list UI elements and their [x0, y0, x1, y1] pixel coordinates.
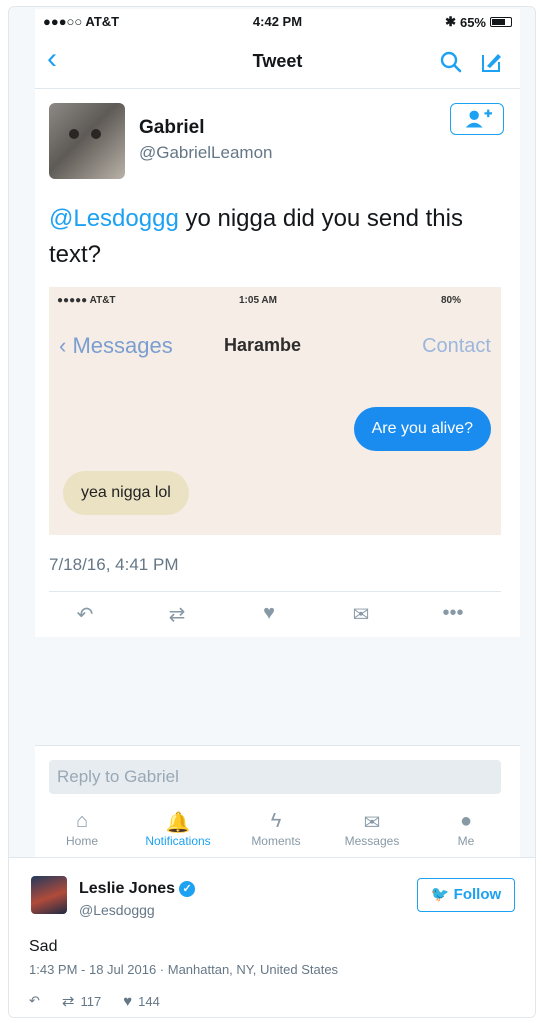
tab-label: Notifications [145, 834, 211, 848]
follow-button[interactable]: 🐦 Follow [417, 878, 515, 912]
contact-label: Contact [422, 335, 491, 357]
search-icon[interactable] [440, 51, 462, 73]
messages-header: ‹ Messages Harambe Contact [49, 323, 501, 371]
tab-moments[interactable]: ϟ Moments [231, 810, 321, 848]
person-icon: ● [459, 810, 473, 832]
reply-icon[interactable]: ↶ [69, 602, 101, 627]
tab-bar: ⌂ Home 🔔 Notifications ϟ Moments ✉ Messa… [35, 804, 520, 858]
tweet-text: @Lesdoggg yo nigga did you send this tex… [49, 201, 489, 273]
mention-link[interactable]: @Lesdoggg [49, 205, 179, 232]
status-bar: ●●●○○ AT&T 4:42 PM ✱ 65% [35, 9, 520, 33]
like-count: 144 [138, 993, 160, 1009]
avatar[interactable] [49, 103, 125, 179]
tab-label: Moments [251, 834, 301, 848]
follow-label: Follow [453, 886, 502, 903]
messages-back-text: Messages [72, 333, 173, 358]
tweet-detail: Gabriel @GabrielLeamon @Lesdoggg yo nigg… [35, 89, 520, 637]
envelope-icon: ✉ [363, 812, 381, 834]
tweet-image[interactable]: ●●●●● AT&T 1:05 AM 80% ‹ Messages Haramb… [49, 287, 501, 535]
author-name[interactable]: Leslie Jones ✓ [79, 880, 196, 898]
phone-screenshot: ●●●○○ AT&T 4:42 PM ✱ 65% ‹ Tweet Gabriel [35, 9, 520, 857]
messages-back-label: ‹ Messages [59, 333, 173, 358]
signal-dots: ●●●●● AT&T [57, 295, 116, 306]
bluetooth-icon: ✱ [445, 14, 456, 29]
tab-messages[interactable]: ✉ Messages [327, 810, 417, 848]
tweet-actions: ↶ ⇄ ♥ ✉ ••• [49, 591, 501, 631]
tab-label: Home [65, 834, 98, 848]
lightning-icon: ϟ [270, 810, 282, 832]
reply-input[interactable]: Reply to Gabriel [49, 760, 501, 794]
tab-me[interactable]: ● Me [421, 810, 511, 848]
incoming-message: yea nigga lol [63, 471, 189, 515]
like-action[interactable]: ♥ 144 [123, 993, 160, 1010]
embedded-tweet: ●●●○○ AT&T 4:42 PM ✱ 65% ‹ Tweet Gabriel [8, 6, 536, 1018]
battery-icon [490, 17, 512, 27]
direct-message-icon[interactable]: ✉ [345, 602, 377, 627]
tweet-text: Sad [29, 938, 58, 955]
author-handle[interactable]: @Lesdoggg [79, 902, 155, 918]
more-icon[interactable]: ••• [437, 602, 469, 625]
contact-name: Harambe [224, 335, 302, 355]
tweet-meta: 1:43 PM - 18 Jul 2016 · Manhattan, NY, U… [29, 962, 339, 977]
like-icon[interactable]: ♥ [253, 602, 285, 625]
retweet-icon[interactable]: ⇄ [161, 602, 193, 627]
verified-icon: ✓ [179, 880, 196, 897]
tweet-actions: ↶ ⇄ 117 ♥ 144 [29, 992, 160, 1011]
compose-icon[interactable] [480, 51, 502, 73]
screenshot-time: 1:05 AM [239, 295, 277, 306]
screenshot-battery: 80% [440, 295, 461, 306]
outgoing-message: Are you alive? [353, 407, 491, 451]
battery-indicator: ✱ 65% [445, 14, 512, 30]
retweet-action[interactable]: ⇄ 117 [62, 992, 101, 1010]
home-icon: ⌂ [75, 810, 89, 832]
tweet-timestamp: 7/18/16, 4:41 PM [49, 555, 179, 574]
screenshot-status-bar: ●●●●● AT&T 1:05 AM 80% [49, 287, 501, 323]
bell-icon: 🔔 [165, 812, 191, 834]
tab-label: Messages [344, 834, 400, 848]
twitter-bird-icon: 🐦 [430, 886, 450, 903]
reply-bar: Reply to Gabriel ⌂ Home 🔔 Notifications … [35, 745, 520, 857]
author-name-text: Leslie Jones [79, 880, 176, 897]
tab-label: Me [457, 834, 475, 848]
tab-home[interactable]: ⌂ Home [37, 810, 127, 848]
heart-icon: ♥ [123, 992, 133, 1010]
retweet-count: 117 [80, 994, 102, 1009]
tab-notifications[interactable]: 🔔 Notifications [133, 810, 223, 848]
battery-percent: 65% [459, 14, 486, 30]
author-name[interactable]: Gabriel [139, 117, 204, 139]
navigation-bar: ‹ Tweet [35, 33, 520, 89]
follow-user-icon[interactable] [450, 103, 504, 135]
retweet-icon: ⇄ [61, 993, 75, 1010]
avatar[interactable] [31, 876, 67, 914]
reply-icon[interactable]: ↶ [29, 993, 40, 1009]
outer-tweet: Leslie Jones ✓ @Lesdoggg 🐦 Follow Sad 1:4… [9, 857, 535, 1017]
author-handle[interactable]: @GabrielLeamon [139, 143, 273, 163]
